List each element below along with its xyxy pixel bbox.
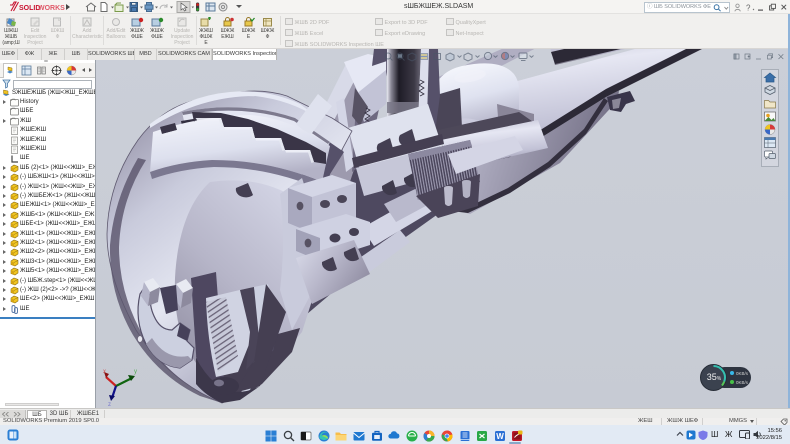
svg-text:x: x: [103, 369, 106, 375]
svg-text:W: W: [496, 432, 504, 441]
svg-text:y: y: [134, 369, 137, 375]
svg-text:WORKS: WORKS: [38, 5, 65, 12]
svg-text:?: ?: [746, 4, 751, 13]
